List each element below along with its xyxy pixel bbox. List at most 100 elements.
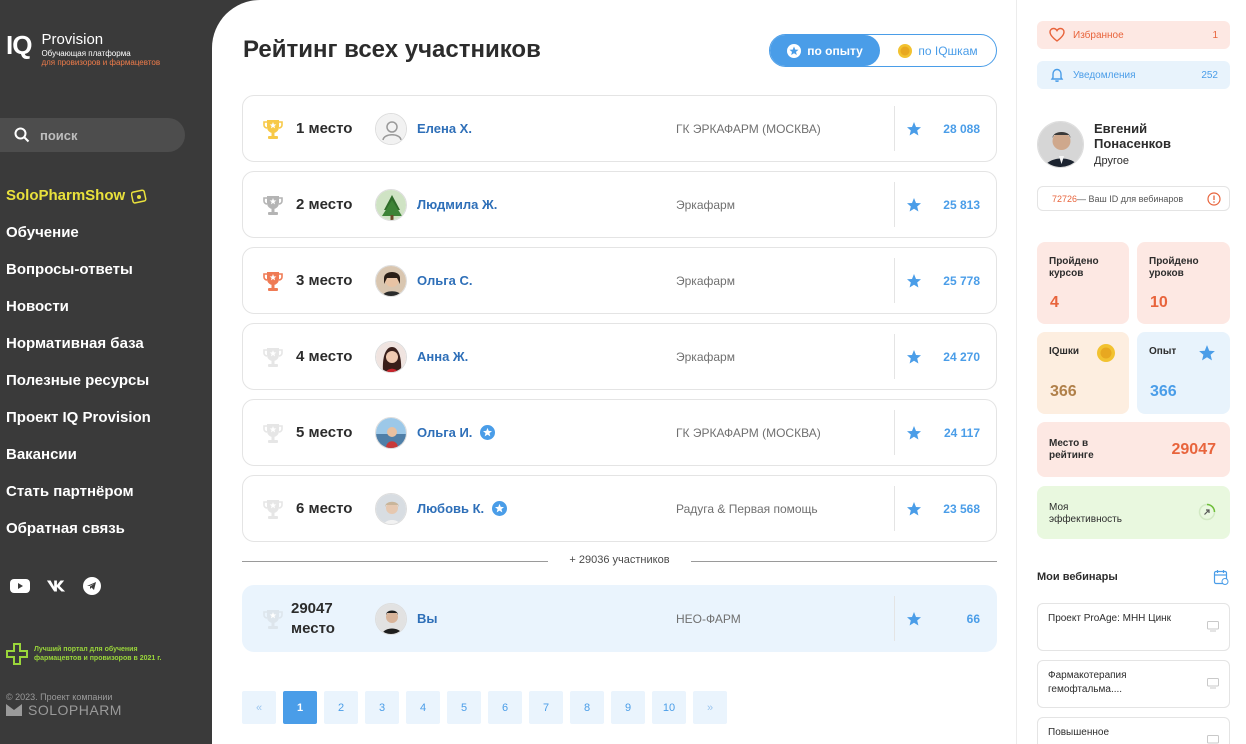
- page-button[interactable]: 5: [447, 691, 481, 724]
- favorites-link[interactable]: Избранное 1: [1037, 21, 1230, 49]
- rating-row[interactable]: 6 место Любовь К. Радуга & Первая помощь…: [242, 475, 997, 542]
- page-button[interactable]: 8: [570, 691, 604, 724]
- profile-info: Евгений Понасенков Другое: [1094, 121, 1194, 167]
- profile-avatar[interactable]: [1037, 121, 1084, 168]
- nav-item-project[interactable]: Проект IQ Provision: [6, 399, 151, 436]
- solopharm-mark-icon: [6, 704, 22, 716]
- score: 66: [966, 611, 980, 626]
- place-word: место: [291, 619, 335, 637]
- logo[interactable]: IQ Provision Обучающая платформа для про…: [6, 32, 160, 67]
- star-icon: [907, 349, 921, 363]
- screen-icon: [1207, 621, 1219, 632]
- nav-item-news[interactable]: Новости: [6, 288, 151, 325]
- telegram-icon[interactable]: [82, 576, 102, 596]
- sidebar-nav: SoloPharmShow Обучение Вопросы-ответы Но…: [6, 177, 151, 547]
- page-button[interactable]: 10: [652, 691, 686, 724]
- rank-card[interactable]: Место в рейтинге 29047: [1037, 422, 1230, 477]
- star-icon: [907, 425, 921, 439]
- info-icon[interactable]: [1207, 191, 1221, 206]
- nav-item-vacancies[interactable]: Вакансии: [6, 436, 151, 473]
- page-prev[interactable]: «: [242, 691, 276, 724]
- my-rating-row[interactable]: 29047 место Вы НЕО-ФАРМ 66: [242, 585, 997, 652]
- avatar[interactable]: [375, 188, 407, 221]
- iq-card[interactable]: IQшки 366: [1037, 332, 1129, 414]
- webinar-title: Фармакотерапия гемофтальма....: [1048, 670, 1127, 695]
- calendar-icon[interactable]: [1213, 569, 1229, 585]
- page-button[interactable]: 6: [488, 691, 522, 724]
- row-divider: [894, 410, 895, 455]
- avatar[interactable]: [375, 416, 407, 449]
- webinar-id: 72726 — Ваш ID для вебинаров: [1037, 186, 1230, 211]
- nav-item-label: Обучение: [6, 224, 79, 241]
- avatar[interactable]: [375, 264, 407, 297]
- webinar-item[interactable]: Проект ProAge: МНН Цинк: [1037, 603, 1230, 651]
- toggle-by-iq[interactable]: по IQшкам: [880, 35, 996, 66]
- nav-item-partner[interactable]: Стать партнёром: [6, 473, 151, 510]
- nav-item-resources[interactable]: Полезные ресурсы: [6, 362, 151, 399]
- score: 25 813: [943, 197, 980, 212]
- rating-row[interactable]: 1 место Елена Х. ГК ЭРКАФАРМ (МОСКВА) 28…: [242, 95, 997, 162]
- search-box: [0, 118, 185, 152]
- webinar-item[interactable]: Повышенное: [1037, 717, 1230, 744]
- nav-item-regulations[interactable]: Нормативная база: [6, 325, 151, 362]
- experience-card[interactable]: Опыт 366: [1137, 332, 1230, 414]
- solopharm-logo[interactable]: SOLOPHARM: [6, 702, 122, 718]
- user-name[interactable]: Вы: [417, 611, 438, 626]
- nav-item-solopharmshow[interactable]: SoloPharmShow: [6, 177, 151, 214]
- avatar[interactable]: [375, 602, 407, 635]
- page-button[interactable]: 3: [365, 691, 399, 724]
- rank-label: Место в рейтинге: [1049, 438, 1094, 461]
- lessons-card[interactable]: Пройдено уроков 10: [1137, 242, 1230, 324]
- logo-mark: IQ: [6, 30, 32, 60]
- pagination: « 1 2 3 4 5 6 7 8 9 10 »: [242, 691, 727, 724]
- page-next[interactable]: »: [693, 691, 727, 724]
- search-icon[interactable]: [14, 127, 30, 143]
- avatar[interactable]: [375, 492, 407, 525]
- page-button[interactable]: 4: [406, 691, 440, 724]
- page-button[interactable]: 1: [283, 691, 317, 724]
- page-button[interactable]: 9: [611, 691, 645, 724]
- avatar[interactable]: [375, 112, 407, 145]
- toggle-by-experience[interactable]: по опыту: [770, 35, 880, 66]
- company-name: Радуга & Первая помощь: [676, 501, 818, 516]
- user-name[interactable]: Ольга И.: [417, 425, 496, 440]
- nav-item-qa[interactable]: Вопросы-ответы: [6, 251, 151, 288]
- more-participants-separator: + 29036 участников: [242, 554, 997, 566]
- page-button[interactable]: 7: [529, 691, 563, 724]
- logo-text: Provision Обучающая платформа для провиз…: [41, 32, 160, 67]
- user-name[interactable]: Анна Ж.: [417, 349, 468, 364]
- rating-row[interactable]: 2 место Людмила Ж. Эркафарм 25 813: [242, 171, 997, 238]
- notifications-link[interactable]: Уведомления 252: [1037, 61, 1230, 89]
- webinar-item[interactable]: Фармакотерапия гемофтальма....: [1037, 660, 1230, 708]
- avatar[interactable]: [375, 340, 407, 373]
- place-label: 2 место: [296, 196, 353, 213]
- rating-row[interactable]: 4 место Анна Ж. Эркафарм 24 270: [242, 323, 997, 390]
- coin-icon: [1097, 344, 1115, 362]
- nav-item-label: Нормативная база: [6, 335, 144, 352]
- copyright: © 2023. Проект компании: [6, 692, 113, 702]
- youtube-icon[interactable]: [10, 576, 30, 596]
- profile-card[interactable]: Евгений Понасенков Другое: [1037, 121, 1194, 168]
- efficiency-card[interactable]: Моя эффективность: [1037, 486, 1230, 539]
- company-name: ГК ЭРКАФАРМ (МОСКВА): [676, 425, 821, 440]
- user-name[interactable]: Людмила Ж.: [417, 197, 497, 212]
- cup-icon: [263, 347, 283, 367]
- user-name[interactable]: Ольга С.: [417, 273, 472, 288]
- bell-icon: [1050, 68, 1064, 82]
- search-input[interactable]: [40, 127, 160, 143]
- main-content: Рейтинг всех участников по опыту по IQшк…: [212, 0, 1016, 744]
- page-button[interactable]: 2: [324, 691, 358, 724]
- company-name: Эркафарм: [676, 273, 735, 288]
- rating-toggle: по опыту по IQшкам: [769, 34, 997, 67]
- user-name[interactable]: Любовь К.: [417, 501, 508, 516]
- nav-item-education[interactable]: Обучение: [6, 214, 151, 251]
- efficiency-label: Моя эффективность: [1049, 502, 1122, 525]
- nav-item-feedback[interactable]: Обратная связь: [6, 510, 151, 547]
- award-banner: Лучший портал для обучения фармацевтов и…: [6, 643, 184, 665]
- rating-row[interactable]: 3 место Ольга С. Эркафарм 25 778: [242, 247, 997, 314]
- screen-icon: [1207, 735, 1219, 744]
- courses-card[interactable]: Пройдено курсов 4: [1037, 242, 1129, 324]
- rating-row[interactable]: 5 место Ольга И. ГК ЭРКАФАРМ (МОСКВА) 24…: [242, 399, 997, 466]
- user-name[interactable]: Елена Х.: [417, 121, 472, 136]
- vk-icon[interactable]: [46, 576, 66, 596]
